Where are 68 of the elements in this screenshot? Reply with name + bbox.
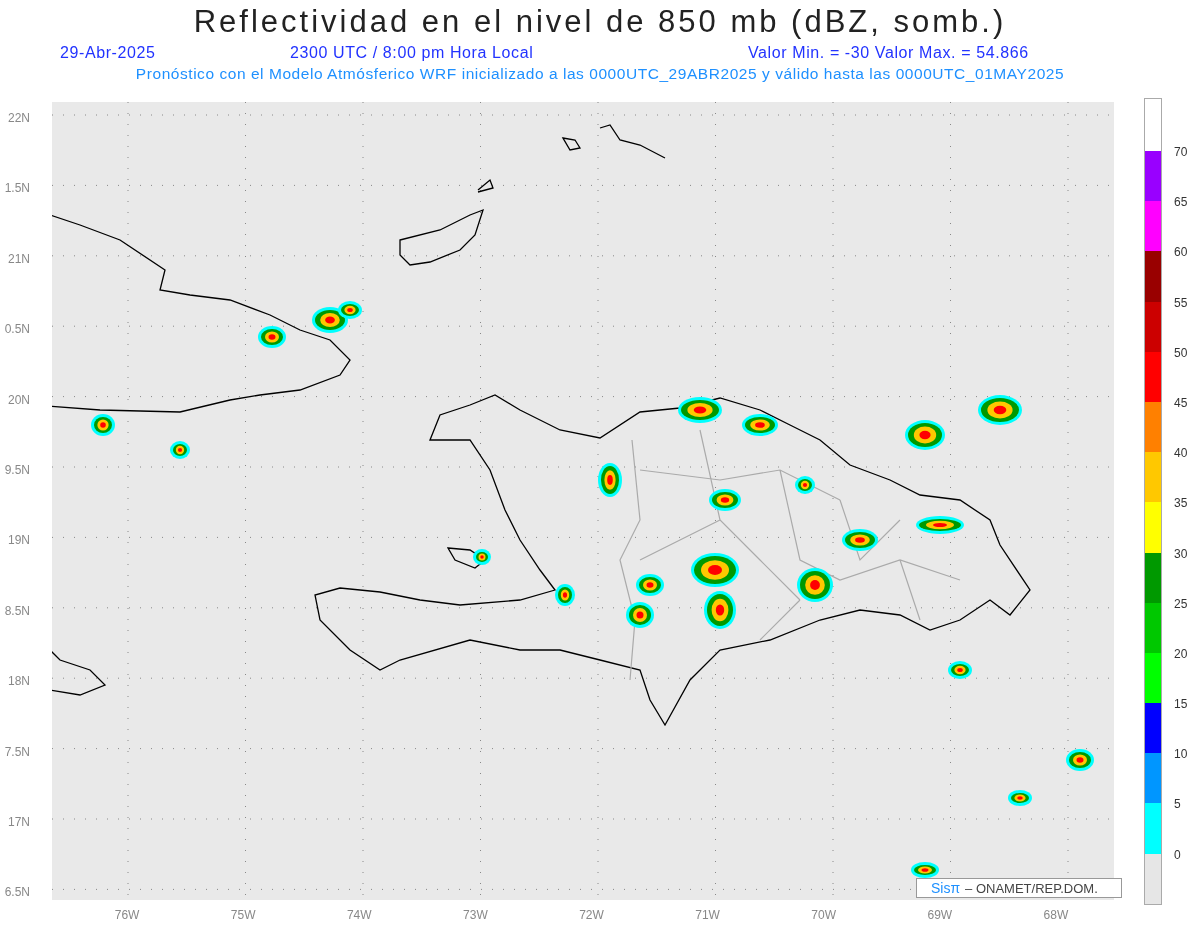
storm-cell [948, 661, 972, 679]
latitude-label: 0.5N [4, 322, 30, 337]
longitude-label: 72W [579, 908, 604, 922]
storm-cell [709, 489, 741, 511]
credit-text: – ONAMET/REP.DOM. [965, 880, 1098, 896]
scale-label: 25 [1174, 596, 1188, 611]
latitude-label: 17N [8, 814, 30, 829]
latitude-label: 9.5N [4, 462, 30, 477]
longitude-label: 76W [114, 908, 140, 922]
value-range-text: Valor Min. = -30 Valor Max. = 54.866 [748, 43, 1030, 63]
scale-label: 65 [1174, 195, 1188, 210]
scale-label: 35 [1174, 496, 1188, 511]
forecast-description: Pronóstico con el Modelo Atmósferico WRF inicializado a las 0000UTC_29ABR2025 y válido hasta las 0000UTC_01MAY2025 [134, 64, 1066, 84]
date-text: 29-Abr-2025 [60, 43, 157, 63]
storm-cell [598, 463, 622, 497]
storm-cell [905, 420, 945, 450]
storm-cell [742, 414, 778, 436]
scale-label: 45 [1174, 395, 1188, 410]
scale-label: 20 [1174, 646, 1188, 661]
storm-cell [91, 414, 115, 436]
storm-cell [797, 568, 833, 602]
storm-cell [170, 441, 190, 459]
latitude-label: 19N [8, 533, 30, 548]
color-scale-cap [1145, 853, 1161, 904]
longitude-label: 74W [346, 908, 372, 922]
time-text: 2300 UTC / 8:00 pm Hora Local [290, 43, 535, 63]
storm-cell [1008, 790, 1032, 806]
storm-cell [678, 397, 722, 423]
chart-title: Reflectividad en el nivel de 850 mb (dBZ, somb.) [192, 3, 1008, 41]
storm-cell [795, 476, 815, 494]
longitude-label: 73W [463, 908, 488, 922]
latitude-label: 7.5N [4, 744, 30, 759]
storm-cell [842, 529, 878, 551]
latitude-label: 22N [8, 111, 30, 125]
latitude-label: 8.5N [4, 603, 30, 618]
longitude-label: 75W [230, 908, 256, 922]
storm-cell [258, 326, 286, 348]
longitude-label: 70W [811, 908, 837, 922]
storm-cell [473, 549, 491, 565]
storm-cell [916, 516, 964, 534]
scale-label: 15 [1174, 697, 1188, 712]
scale-label: 40 [1174, 446, 1188, 461]
latitude-label: 21N [8, 251, 30, 266]
storm-cell [704, 591, 736, 629]
storm-cell [636, 574, 664, 596]
latitude-label: 18N [8, 674, 30, 689]
scale-label: 70 [1174, 145, 1188, 159]
latitude-label: 6.5N [4, 885, 30, 900]
scale-label: 50 [1174, 345, 1188, 360]
longitude-label: 68W [1043, 908, 1069, 922]
storm-cell [626, 602, 654, 628]
longitude-label: 71W [695, 908, 720, 922]
scale-label: 60 [1174, 245, 1188, 260]
storm-cell [1066, 749, 1094, 771]
storm-cell [911, 862, 939, 878]
logo-text: Sisπ [931, 880, 961, 896]
storm-cell [338, 301, 362, 319]
scale-label: 0 [1174, 847, 1181, 862]
storm-cell [691, 553, 739, 587]
scale-label: 10 [1174, 747, 1188, 762]
longitude-label: 69W [927, 908, 953, 922]
scale-label: 5 [1174, 797, 1181, 812]
storm-cell [978, 395, 1022, 425]
scale-label: 30 [1174, 546, 1188, 561]
latitude-label: 20N [8, 392, 30, 407]
latitude-label: 1.5N [4, 181, 30, 196]
storm-cell [555, 584, 575, 606]
scale-label: 55 [1174, 295, 1188, 310]
